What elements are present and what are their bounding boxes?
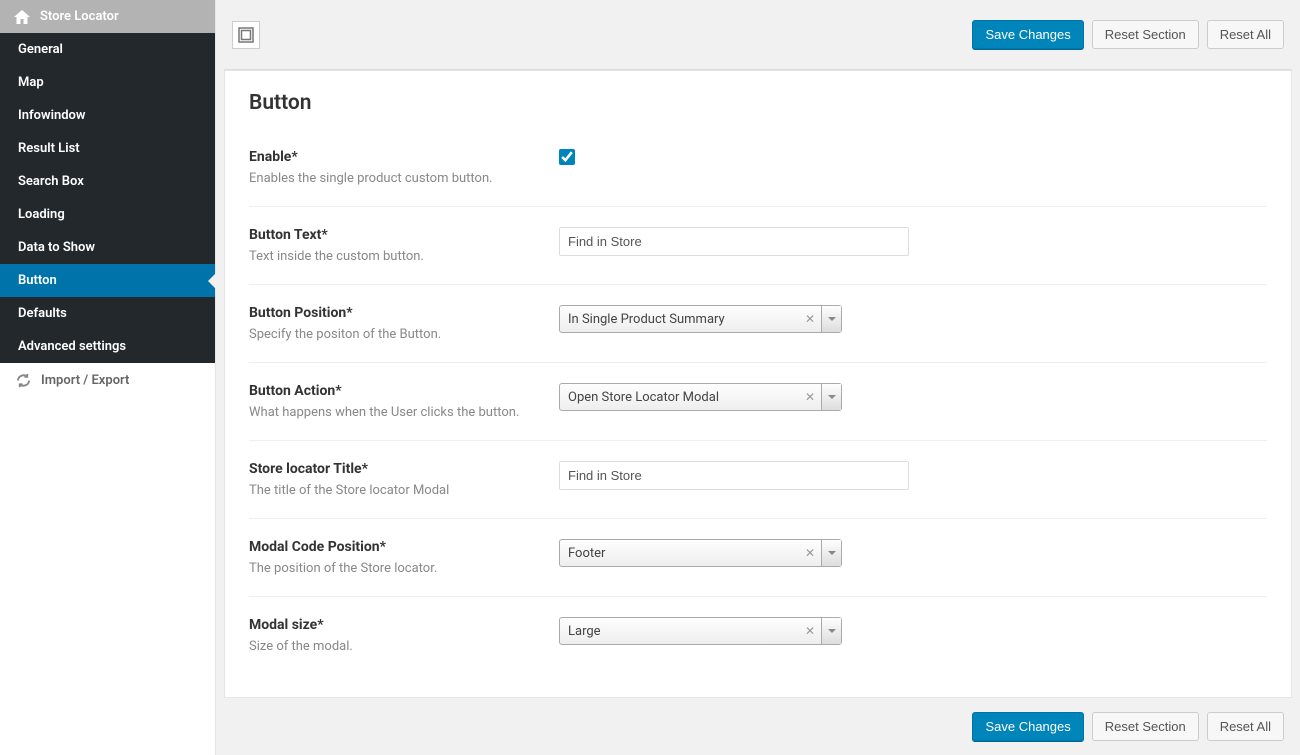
sidebar-menu: General Map Infowindow Result List Searc… <box>0 33 215 363</box>
field-modal-size: Modal size* Size of the modal. Large ✕ <box>249 597 1267 674</box>
sidebar-item-map[interactable]: Map <box>0 66 215 99</box>
clear-icon[interactable]: ✕ <box>799 306 821 332</box>
field-enable: Enable* Enables the single product custo… <box>249 141 1267 207</box>
button-position-select[interactable]: In Single Product Summary ✕ <box>559 305 842 333</box>
sidebar-title: Store Locator <box>40 9 119 24</box>
reset-section-button[interactable]: Reset Section <box>1092 20 1199 49</box>
field-label: Enable* <box>249 149 539 165</box>
reset-section-button-bottom[interactable]: Reset Section <box>1092 712 1199 741</box>
sidebar-header: Store Locator <box>0 0 215 33</box>
field-button-text: Button Text* Text inside the custom butt… <box>249 207 1267 285</box>
field-desc: Enables the single product custom button… <box>249 171 539 186</box>
save-button[interactable]: Save Changes <box>972 20 1083 49</box>
clear-icon[interactable]: ✕ <box>799 618 821 644</box>
sidebar-item-general[interactable]: General <box>0 33 215 66</box>
settings-content: Button Enable* Enables the single produc… <box>224 70 1292 698</box>
field-label: Modal Code Position* <box>249 539 539 555</box>
sidebar-item-button[interactable]: Button <box>0 264 215 297</box>
field-label: Modal size* <box>249 617 539 633</box>
expand-panel-button[interactable] <box>232 21 260 49</box>
field-label: Button Text* <box>249 227 539 243</box>
field-desc: Size of the modal. <box>249 639 539 654</box>
locator-title-input[interactable] <box>559 461 909 490</box>
select-value: Large <box>560 618 799 644</box>
field-label: Store locator Title* <box>249 461 539 477</box>
panel-icon <box>238 27 254 43</box>
sidebar-item-result-list[interactable]: Result List <box>0 132 215 165</box>
clear-icon[interactable]: ✕ <box>799 540 821 566</box>
field-desc: Text inside the custom button. <box>249 249 539 264</box>
field-desc: Specify the positon of the Button. <box>249 327 539 342</box>
chevron-down-icon[interactable] <box>821 306 841 332</box>
clear-icon[interactable]: ✕ <box>799 384 821 410</box>
chevron-down-icon[interactable] <box>821 540 841 566</box>
sidebar-item-infowindow[interactable]: Infowindow <box>0 99 215 132</box>
home-icon <box>14 10 30 24</box>
main-panel: Save Changes Reset Section Reset All But… <box>216 0 1300 755</box>
field-button-position: Button Position* Specify the positon of … <box>249 285 1267 363</box>
button-text-input[interactable] <box>559 227 909 256</box>
reset-all-button[interactable]: Reset All <box>1207 20 1284 49</box>
reset-all-button-bottom[interactable]: Reset All <box>1207 712 1284 741</box>
settings-sidebar: Store Locator General Map Infowindow Res… <box>0 0 216 755</box>
select-value: In Single Product Summary <box>560 306 799 332</box>
chevron-down-icon[interactable] <box>821 384 841 410</box>
sidebar-item-loading[interactable]: Loading <box>0 198 215 231</box>
topbar: Save Changes Reset Section Reset All <box>224 0 1292 70</box>
field-modal-position: Modal Code Position* The position of the… <box>249 519 1267 597</box>
button-action-select[interactable]: Open Store Locator Modal ✕ <box>559 383 842 411</box>
bottombar: Save Changes Reset Section Reset All <box>224 698 1292 755</box>
sidebar-item-defaults[interactable]: Defaults <box>0 297 215 330</box>
refresh-icon <box>16 373 31 388</box>
select-value: Open Store Locator Modal <box>560 384 799 410</box>
sidebar-item-search-box[interactable]: Search Box <box>0 165 215 198</box>
modal-position-select[interactable]: Footer ✕ <box>559 539 842 567</box>
save-button-bottom[interactable]: Save Changes <box>972 712 1083 741</box>
chevron-down-icon[interactable] <box>821 618 841 644</box>
field-label: Button Position* <box>249 305 539 321</box>
topbar-actions: Save Changes Reset Section Reset All <box>972 20 1284 49</box>
field-desc: What happens when the User clicks the bu… <box>249 405 539 420</box>
select-value: Footer <box>560 540 799 566</box>
field-button-action: Button Action* What happens when the Use… <box>249 363 1267 441</box>
sidebar-item-import-export[interactable]: Import / Export <box>0 363 215 398</box>
section-title: Button <box>249 91 1267 115</box>
field-locator-title: Store locator Title* The title of the St… <box>249 441 1267 519</box>
field-label: Button Action* <box>249 383 539 399</box>
sidebar-footer-label: Import / Export <box>41 373 129 388</box>
modal-size-select[interactable]: Large ✕ <box>559 617 842 645</box>
field-desc: The position of the Store locator. <box>249 561 539 576</box>
field-desc: The title of the Store locator Modal <box>249 483 539 498</box>
enable-checkbox[interactable] <box>559 149 575 165</box>
sidebar-item-data-to-show[interactable]: Data to Show <box>0 231 215 264</box>
sidebar-item-advanced-settings[interactable]: Advanced settings <box>0 330 215 363</box>
